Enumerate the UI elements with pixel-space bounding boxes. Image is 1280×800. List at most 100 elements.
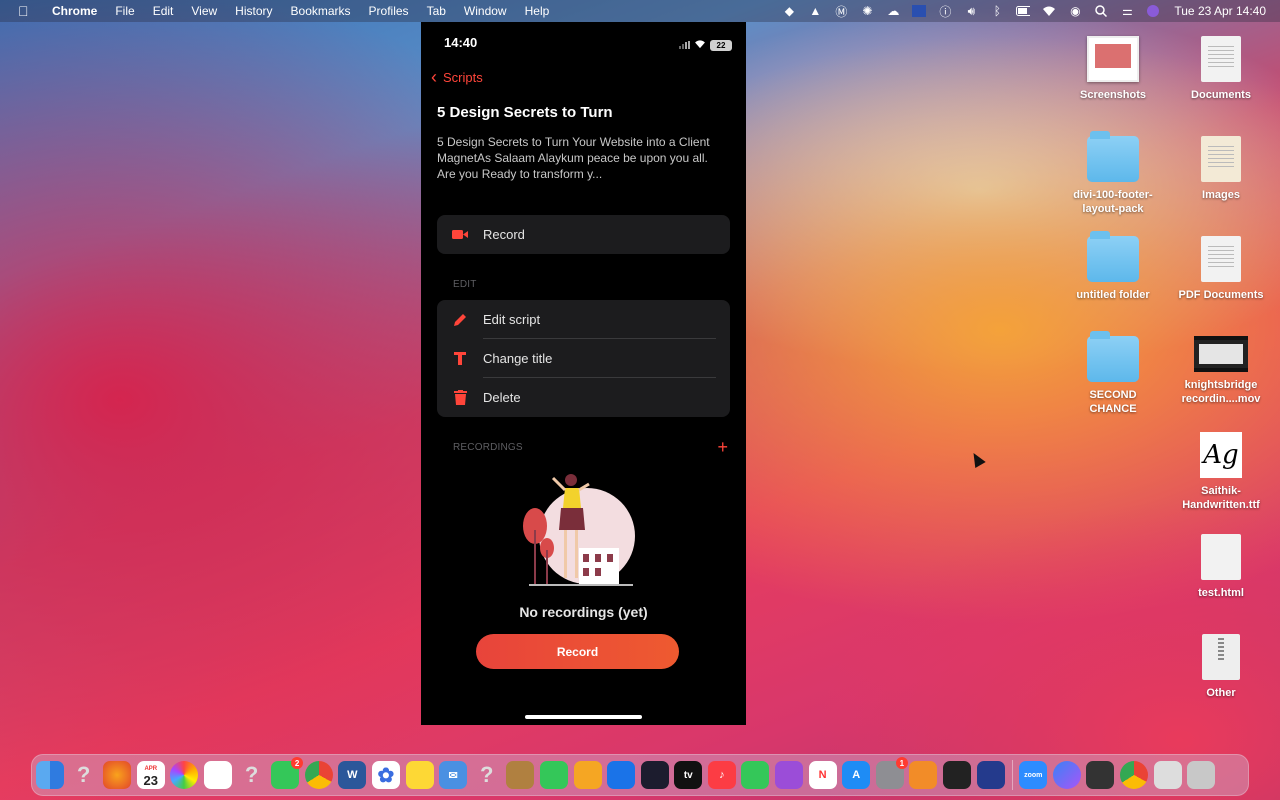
desktop-icon-pdf-documents[interactable]: PDF Documents — [1173, 236, 1269, 302]
menu-help[interactable]: Help — [525, 4, 550, 18]
screenshot-app-icon[interactable] — [1086, 761, 1115, 789]
cloud-icon[interactable]: ☁ — [886, 4, 900, 18]
keynote-icon[interactable] — [607, 761, 636, 789]
podcasts-icon[interactable] — [775, 761, 804, 789]
facetime-icon[interactable]: 2 — [271, 757, 304, 789]
recordings-section-label: RECORDINGS — [453, 442, 523, 453]
word-icon[interactable]: W — [338, 761, 367, 789]
desktop-icon-label: divi-100-footer-layout-pack — [1073, 189, 1153, 215]
facetime-badge: 2 — [291, 757, 304, 769]
books-icon[interactable] — [909, 761, 938, 789]
desktop-icon-label: Screenshots — [1079, 89, 1147, 101]
settings-flower-icon[interactable]: ✿ — [371, 761, 400, 789]
edit-script-row[interactable]: Edit script — [437, 300, 730, 339]
finder-icon[interactable] — [36, 761, 64, 789]
desktop-icon-documents[interactable]: Documents — [1173, 36, 1269, 102]
change-title-row[interactable]: Change title — [437, 339, 730, 378]
status-area: ◆ ▲ Ⓜ ✺ ☁ ⓘ 🔊︎ ᛒ ◉ ⚌ Tue 23 Apr 14:40 — [770, 0, 1280, 22]
html-file-icon — [1201, 534, 1241, 580]
drive-icon[interactable]: ▲ — [808, 4, 822, 18]
record-row[interactable]: Record — [437, 215, 730, 254]
menu-window[interactable]: Window — [464, 4, 507, 18]
siri-icon[interactable] — [640, 761, 669, 789]
m-app-icon[interactable]: Ⓜ — [834, 4, 848, 19]
camera-app-icon[interactable] — [943, 761, 972, 789]
edit-section-label: EDIT — [453, 279, 477, 290]
volume-icon[interactable]: 🔊︎ — [964, 4, 978, 18]
bluetooth-icon[interactable]: ᛒ — [990, 4, 1004, 18]
user-icon[interactable]: ◉ — [1068, 4, 1082, 18]
back-label: Scripts — [443, 69, 483, 85]
back-button[interactable]: ‹ Scripts — [431, 68, 483, 86]
change-title-label: Change title — [483, 351, 553, 366]
desktop-icon-font-file[interactable]: Ag Saithik-Handwritten.ttf — [1173, 432, 1269, 512]
contacts-icon[interactable] — [506, 761, 535, 789]
document-icon — [1201, 36, 1241, 82]
desktop-icon-untitled-folder[interactable]: untitled folder — [1065, 231, 1161, 302]
siri-icon[interactable] — [1146, 4, 1160, 18]
add-recording-button[interactable]: + — [717, 438, 728, 456]
menu-tab[interactable]: Tab — [427, 4, 446, 18]
system-preferences-icon[interactable]: 1 — [875, 757, 908, 789]
firefox-icon[interactable] — [103, 761, 132, 789]
menu-edit[interactable]: Edit — [153, 4, 174, 18]
home-indicator[interactable] — [525, 715, 642, 719]
news-icon[interactable]: N — [808, 761, 837, 789]
accounts-icon[interactable] — [976, 761, 1005, 789]
unknown-app-icon[interactable]: ? — [70, 761, 98, 789]
menu-app-name[interactable]: Chrome — [52, 4, 97, 18]
desktop-icon-test-html[interactable]: test.html — [1173, 534, 1269, 600]
desktop-icon-knightsbridge-mov[interactable]: knightsbridge recordin....mov — [1173, 336, 1269, 406]
reminders-icon[interactable] — [203, 761, 232, 789]
menu-bookmarks[interactable]: Bookmarks — [291, 4, 351, 18]
search-icon[interactable] — [1094, 4, 1108, 18]
desktop-icon-images[interactable]: Images — [1173, 136, 1269, 202]
control-center-icon[interactable]: ⚌ — [1120, 4, 1134, 18]
delete-row[interactable]: Delete — [437, 378, 730, 417]
messenger-icon[interactable] — [1052, 761, 1081, 789]
downloads-stack-icon[interactable] — [1153, 761, 1182, 789]
desktop-icon-screenshots[interactable]: Screenshots — [1065, 36, 1161, 102]
record-card: Record — [437, 215, 730, 254]
wifi-icon[interactable] — [1042, 4, 1056, 18]
zoom-icon[interactable]: zoom — [1019, 761, 1048, 789]
music-icon[interactable]: ♪ — [707, 761, 736, 789]
desktop-icon-second-chance[interactable]: SECOND CHANCE — [1065, 331, 1161, 416]
dropbox-icon[interactable]: ◆ — [782, 4, 796, 18]
gear-icon[interactable]: ✺ — [860, 4, 874, 18]
trash-icon[interactable] — [1187, 761, 1216, 789]
desktop-icon-divi-pack[interactable]: divi-100-footer-layout-pack — [1065, 131, 1161, 216]
notes-icon[interactable] — [405, 761, 434, 789]
chrome-icon[interactable] — [304, 761, 333, 789]
battery-icon[interactable] — [1016, 4, 1031, 18]
record-button[interactable]: Record — [476, 634, 679, 669]
mail-icon[interactable]: ✉ — [439, 761, 468, 789]
desktop-icon-label: untitled folder — [1076, 289, 1150, 301]
image-document-icon — [1201, 136, 1241, 182]
pages-icon[interactable] — [573, 761, 602, 789]
app-store-icon[interactable]: A — [842, 761, 871, 789]
messages-icon[interactable] — [539, 761, 568, 789]
folder-icon — [1087, 131, 1139, 182]
desktop-icon-other[interactable]: Other — [1173, 634, 1269, 700]
menu-clock[interactable]: Tue 23 Apr 14:40 — [1174, 4, 1266, 18]
unknown-app-icon[interactable]: ? — [238, 761, 266, 789]
menu-bar:  Chrome File Edit View History Bookmark… — [0, 0, 1280, 22]
menu-view[interactable]: View — [191, 4, 217, 18]
empty-state-text: No recordings (yet) — [519, 604, 648, 620]
menu-profiles[interactable]: Profiles — [369, 4, 409, 18]
edit-card: Edit script Change title Delete — [437, 300, 730, 417]
photos-icon[interactable] — [170, 761, 199, 789]
info-icon[interactable]: ⓘ — [938, 4, 952, 19]
delete-label: Delete — [483, 390, 521, 405]
unknown-app-icon[interactable]: ? — [473, 761, 501, 789]
chrome-app-icon[interactable] — [1120, 761, 1148, 789]
numbers-icon[interactable] — [741, 761, 770, 789]
apple-menu-icon[interactable]:  — [18, 3, 34, 19]
menu-history[interactable]: History — [235, 4, 272, 18]
cellular-signal-icon — [679, 41, 690, 49]
apple-tv-icon[interactable]: tv — [674, 761, 703, 789]
calendar-icon[interactable]: APR 23 — [136, 761, 165, 789]
menu-file[interactable]: File — [115, 4, 134, 18]
screen-record-icon[interactable] — [912, 4, 927, 18]
